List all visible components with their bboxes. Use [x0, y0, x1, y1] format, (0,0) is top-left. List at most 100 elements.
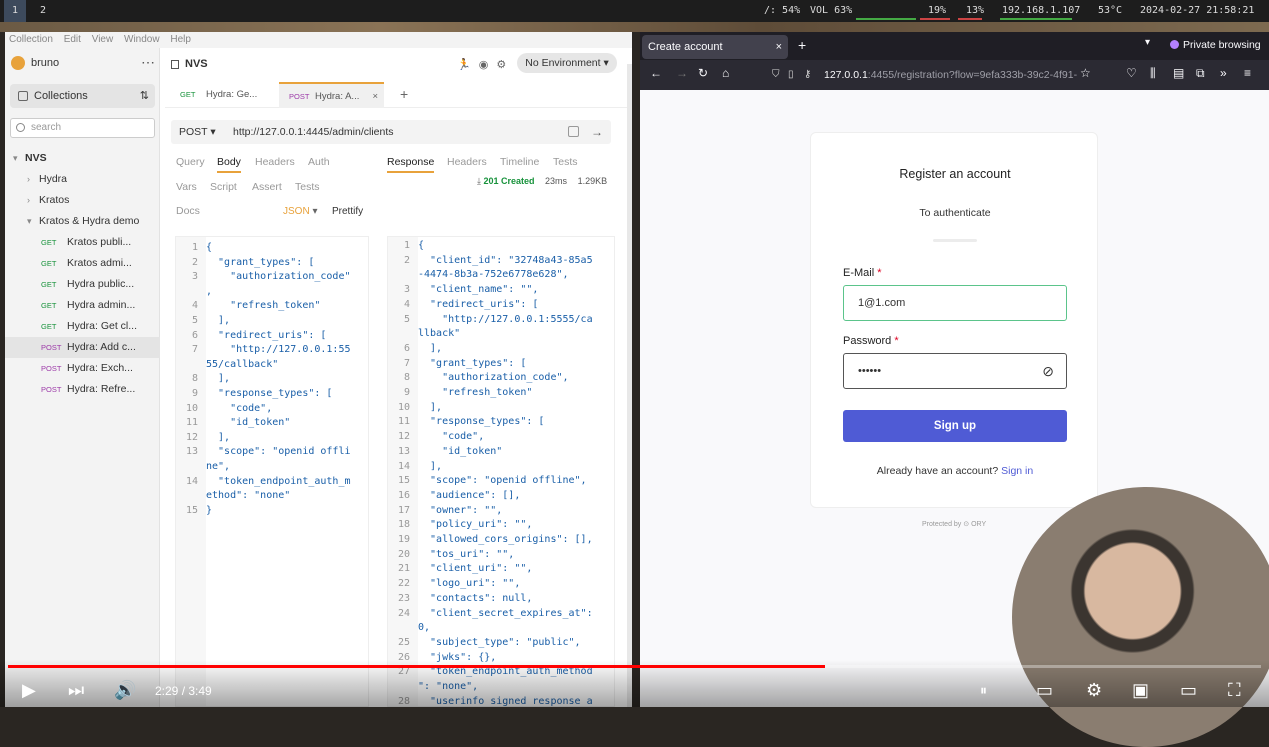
code-text: "client_secret_expires_at": [418, 607, 593, 619]
new-tab-icon[interactable]: + [400, 86, 408, 102]
sidebar-tree-item[interactable]: GET Hydra public... [5, 274, 160, 295]
tab-body[interactable]: Body [217, 156, 241, 173]
tab-resp-tests[interactable]: Tests [553, 156, 578, 168]
close-tab-icon[interactable]: × [776, 35, 782, 59]
sidebar-tree-item[interactable]: ▾ Kratos & Hydra demo [5, 211, 160, 232]
tab-assert[interactable]: Assert [252, 181, 282, 193]
tab-response[interactable]: Response [387, 156, 435, 173]
sidebar-tree-item[interactable]: ▾ NVS [5, 148, 160, 169]
tab-timeline[interactable]: Timeline [500, 156, 539, 168]
menu-window[interactable]: Window [120, 32, 164, 47]
line-number: 24 [397, 607, 410, 619]
sidebar-tree-item[interactable]: POST Hydra: Refre... [5, 379, 160, 400]
subtitles-icon[interactable]: ▭ [1036, 680, 1053, 701]
url-input[interactable]: http://127.0.0.1:4445/admin/clients [233, 120, 394, 144]
bookmark-star-icon[interactable]: ☆ [1080, 66, 1091, 80]
shield-icon[interactable]: ⛉ [772, 64, 780, 86]
workspace-1[interactable]: 1 [4, 0, 26, 22]
settings-icon[interactable]: ⚙ [496, 59, 506, 71]
email-field[interactable]: 1@1.com [843, 285, 1067, 321]
sidebar-tree-item[interactable]: GET Kratos admi... [5, 253, 160, 274]
tab-script[interactable]: Script [210, 181, 237, 193]
settings-gear-icon[interactable]: ⚙ [1086, 680, 1102, 701]
forward-icon[interactable]: → [676, 66, 688, 80]
autoplay-toggle-icon[interactable]: ⏸ [980, 682, 987, 699]
eye-icon[interactable]: ◉ [479, 59, 489, 71]
environment-select[interactable]: No Environment ▾ [517, 53, 617, 73]
sidebar-tree-item[interactable]: GET Kratos publi... [5, 232, 160, 253]
menu-help[interactable]: Help [166, 32, 195, 47]
volume-icon[interactable]: 🔊 [114, 680, 136, 701]
tab-tests[interactable]: Tests [295, 181, 320, 193]
tab-query[interactable]: Query [176, 156, 205, 168]
sidebar-tree-item[interactable]: POST Hydra: Exch... [5, 358, 160, 379]
extensions-icon[interactable]: ⧉ [1196, 66, 1205, 81]
home-icon[interactable]: ⌂ [722, 66, 729, 80]
new-tab-icon[interactable]: + [798, 37, 806, 53]
response-body-viewer[interactable]: 1{2 "client_id": "32748a43-85a5 -4474-8b3… [387, 236, 615, 707]
sort-icon[interactable]: ⇅ [140, 84, 149, 108]
theater-mode-icon[interactable]: ▭ [1180, 680, 1197, 701]
password-field[interactable]: •••••• ⊘ [843, 353, 1067, 389]
signin-link[interactable]: Sign in [1001, 465, 1033, 477]
tab-docs[interactable]: Docs [176, 205, 200, 217]
menu-view[interactable]: View [88, 32, 118, 47]
tab-auth[interactable]: Auth [308, 156, 330, 168]
sidebar-tree-item[interactable]: GET Hydra admin... [5, 295, 160, 316]
password-value: •••••• [858, 365, 882, 377]
sidebar-tree-item[interactable]: › Hydra [5, 169, 160, 190]
next-icon[interactable]: ⏭ [68, 680, 84, 701]
search-input[interactable]: search [10, 118, 155, 138]
runner-icon[interactable]: 🏃 [457, 59, 471, 71]
tab-headers[interactable]: Headers [255, 156, 295, 168]
url-bar[interactable]: POST ▾ http://127.0.0.1:4445/admin/clien… [171, 120, 611, 144]
code-line: 14 ], [388, 460, 442, 475]
prettify-button[interactable]: Prettify [332, 206, 363, 217]
tab-resp-headers[interactable]: Headers [447, 156, 487, 168]
fullscreen-icon[interactable]: ⛶ [1228, 680, 1241, 701]
browser-tab-active[interactable]: Create account × [642, 35, 788, 59]
progress-bar[interactable] [8, 665, 1261, 668]
tree-item-label: Hydra: Add c... [67, 341, 136, 353]
progress-fill [8, 665, 825, 668]
collection-title-text: NVS [185, 58, 208, 70]
tab-list-chevron-icon[interactable]: ▾ [1145, 37, 1150, 48]
sidebar-icon[interactable]: ▤ [1173, 66, 1184, 80]
tab-get-client[interactable]: GET Hydra: Ge... [170, 82, 275, 108]
menu-collection[interactable]: Collection [5, 32, 57, 47]
reload-icon[interactable]: ↻ [698, 66, 708, 80]
miniplayer-icon[interactable]: ▣ [1132, 680, 1149, 701]
sidebar-tree-item[interactable]: POST Hydra: Add c... [5, 337, 160, 358]
close-tab-icon[interactable]: × [372, 84, 378, 110]
request-tabs: GET Hydra: Ge... POST Hydra: A... × + [165, 80, 632, 108]
collections-button[interactable]: Collections ⇅ [10, 84, 155, 108]
sidebar-tree-item[interactable]: › Kratos [5, 190, 160, 211]
code-line: 2 "grant_types": [ [176, 256, 314, 271]
method-select[interactable]: POST ▾ [179, 120, 216, 144]
tab-add-client[interactable]: POST Hydra: A... × [279, 82, 384, 108]
address-bar[interactable]: ⛉ ▯ ⚷ 127.0.0.1:4455/registration?flow=9… [770, 64, 1090, 86]
line-number: 5 [403, 313, 410, 325]
tab-vars[interactable]: Vars [176, 181, 197, 193]
request-body-editor[interactable]: 1{2 "grant_types": [3 "authorization_cod… [175, 236, 369, 707]
send-icon[interactable]: → [591, 120, 603, 144]
sidebar-tree-item[interactable]: GET Hydra: Get cl... [5, 316, 160, 337]
overflow-chevron-icon[interactable]: » [1220, 66, 1227, 80]
pane-divider[interactable] [627, 64, 632, 707]
save-icon[interactable] [568, 126, 579, 137]
code-line: 22 "logo_uri": "", [388, 577, 520, 592]
menu-edit[interactable]: Edit [60, 32, 85, 47]
body-format-select[interactable]: JSON ▾ [283, 206, 317, 217]
pocket-icon[interactable]: ♡ [1126, 66, 1137, 80]
library-icon[interactable]: ⫼ [1150, 66, 1156, 81]
hamburger-menu-icon[interactable]: ≡ [1244, 66, 1251, 80]
toggle-visibility-icon[interactable]: ⊘ [1042, 354, 1054, 388]
line-number: 7 [191, 344, 198, 356]
download-icon[interactable]: ⤓ [477, 176, 481, 186]
signup-button[interactable]: Sign up [843, 410, 1067, 442]
permissions-key-icon[interactable]: ⚷ [804, 64, 811, 86]
workspace-2[interactable]: 2 [32, 0, 54, 22]
more-options-icon[interactable]: ⋯ [141, 54, 155, 71]
back-icon[interactable]: ← [650, 66, 662, 80]
play-icon[interactable]: ▶ [22, 680, 36, 701]
